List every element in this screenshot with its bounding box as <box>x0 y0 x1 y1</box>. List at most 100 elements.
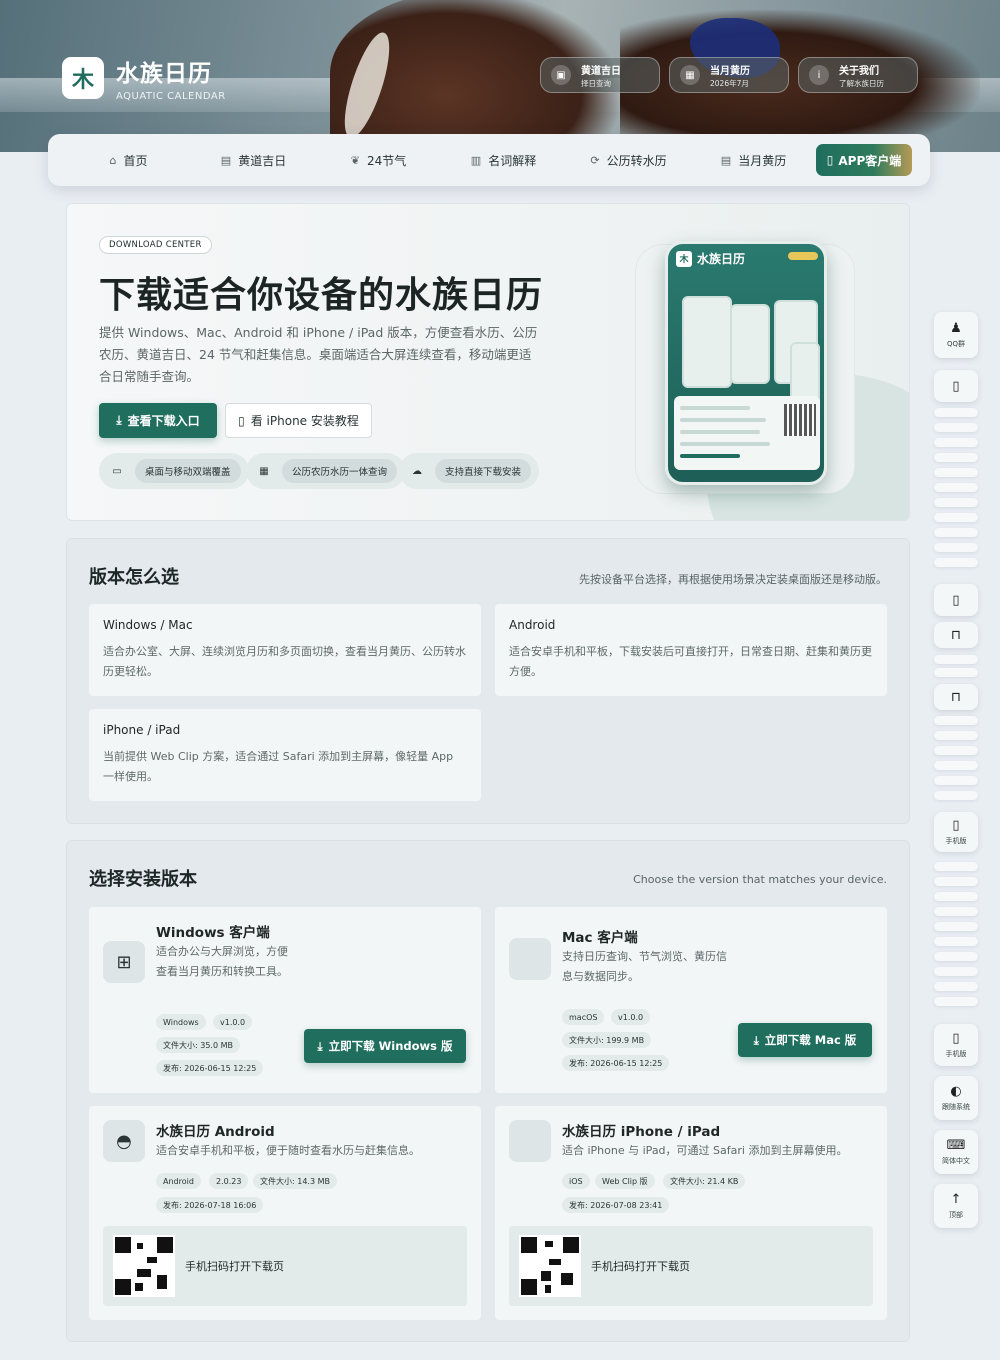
nav-solar-terms[interactable]: ❦ 24节气 <box>316 152 441 169</box>
rail-item[interactable] <box>934 731 978 740</box>
rail-item[interactable] <box>934 761 978 770</box>
mobile-version-button[interactable]: ▯ 手机版 <box>934 1024 978 1066</box>
rail-item[interactable] <box>934 746 978 755</box>
rail-item[interactable] <box>934 791 978 800</box>
mini-phone <box>682 296 732 388</box>
choose-card-desc: 适合安卓手机和平板，下载安装后可直接打开，日常查日期、赶集和黄历更方便。 <box>509 645 872 678</box>
rail-item[interactable] <box>934 952 978 961</box>
choose-subtitle: 先按设备平台选择，再根据使用场景决定装桌面版还是移动版。 <box>579 573 887 586</box>
top-link-auspicious[interactable]: ▣ 黄道吉日 择日查询 <box>540 57 660 93</box>
card-desc: 适合安卓手机和平板，便于随时查看水历与赶集信息。 <box>156 1144 420 1157</box>
windows-icon: ⊞ <box>103 941 145 983</box>
rail-item-button[interactable]: ⊓ <box>934 622 978 648</box>
top-link-sub: 择日查询 <box>581 78 611 88</box>
rail-item[interactable] <box>934 408 978 417</box>
rail-item[interactable] <box>934 453 978 462</box>
arrow-up-icon: ↑ <box>950 1192 962 1207</box>
phone-icon: ▯ <box>238 413 245 428</box>
version-tag: 2.0.23 <box>209 1173 249 1189</box>
view-download-button[interactable]: ⤓ 查看下载入口 <box>99 403 217 438</box>
button-label: 查看下载入口 <box>127 414 200 428</box>
rail-item[interactable] <box>934 668 978 677</box>
card-title: 水族日历 iPhone / iPad <box>562 1124 721 1140</box>
rail-item[interactable] <box>934 997 978 1006</box>
ios-qr-box[interactable]: 手机扫码打开下载页 <box>509 1226 873 1306</box>
back-to-top-button[interactable]: ↑ 顶部 <box>934 1184 978 1228</box>
feature-label: 桌面与移动双端覆盖 <box>135 459 241 483</box>
rail-item[interactable] <box>934 438 978 447</box>
rail-item[interactable] <box>934 937 978 946</box>
install-title: 选择安装版本 <box>89 869 197 890</box>
rail-item[interactable] <box>934 543 978 552</box>
download-mac-button[interactable]: ⤓ 立即下载 Mac 版 <box>738 1023 872 1057</box>
android-icon: ◓ <box>103 1120 145 1162</box>
mobile-version-button[interactable]: ▯ 手机版 <box>934 812 978 852</box>
nav-glossary[interactable]: ▥ 名词解释 <box>441 152 566 169</box>
brand[interactable]: 木 水族日历 AQUATIC CALENDAR <box>62 54 226 102</box>
android-qr-box[interactable]: 手机扫码打开下载页 <box>103 1226 467 1306</box>
iphone-tutorial-button[interactable]: ▯ 看 iPhone 安装教程 <box>225 403 372 438</box>
size-tag: 文件大小: 21.4 KB <box>663 1173 746 1189</box>
windows-card: ⊞ Windows 客户端 适合办公与大屏浏览，方便查看当月黄历和转换工具。 W… <box>89 907 481 1093</box>
feature-pill: ▭ 桌面与移动双端覆盖 <box>99 453 249 489</box>
android-card: ◓ 水族日历 Android 适合安卓手机和平板，便于随时查看水历与赶集信息。 … <box>89 1106 481 1320</box>
rail-item[interactable] <box>934 922 978 931</box>
rail-item[interactable] <box>934 907 978 916</box>
rail-item[interactable] <box>934 483 978 492</box>
rail-item[interactable] <box>934 892 978 901</box>
rail-phone-button[interactable]: ▯ <box>934 584 978 616</box>
rail-phone-button[interactable]: ▯ <box>934 370 978 402</box>
qq-group-button[interactable]: ♟ QQ群 <box>934 312 978 358</box>
rail-item[interactable] <box>934 468 978 477</box>
card-desc: 支持日历查询、节气浏览、黄历信息与数据同步。 <box>562 950 727 983</box>
nav-convert[interactable]: ⟳ 公历转水历 <box>566 152 691 169</box>
qr-label: 手机扫码打开下载页 <box>185 1260 284 1273</box>
top-link-title: 黄道吉日 <box>581 65 621 77</box>
rail-item[interactable] <box>934 558 978 567</box>
rail-item[interactable] <box>934 498 978 507</box>
qr-code-icon <box>519 1235 581 1297</box>
rail-item[interactable] <box>934 776 978 785</box>
download-icon: ⤓ <box>317 1038 323 1053</box>
feature-pill: ▦ 公历农历水历一体查询 <box>246 453 406 489</box>
card-title: Windows 客户端 <box>156 925 270 941</box>
download-center-chip: DOWNLOAD CENTER <box>99 236 212 254</box>
nav-label: 24节气 <box>366 153 407 168</box>
version-tag: Web Clip 版 <box>595 1173 655 1189</box>
rail-item[interactable] <box>934 423 978 432</box>
nav-label: 首页 <box>123 153 148 168</box>
rail-item[interactable] <box>934 862 978 871</box>
rail-item-button[interactable]: ⊓ <box>934 684 978 710</box>
phone-panel <box>674 396 820 470</box>
nav-month[interactable]: ▤ 当月黄历 <box>691 152 816 169</box>
contrast-icon: ◐ <box>950 1084 962 1099</box>
rail-item[interactable] <box>934 716 978 725</box>
nav-auspicious[interactable]: ▤ 黄道吉日 <box>191 152 316 169</box>
top-link-about[interactable]: i 关于我们 了解水族日历 <box>798 57 918 93</box>
phone-icon: ▯ <box>952 818 960 833</box>
nav-home[interactable]: ⌂ 首页 <box>66 152 191 169</box>
phone-icon: ▯ <box>952 1031 960 1046</box>
rail-item[interactable] <box>934 877 978 886</box>
bracket-icon: ⊓ <box>950 627 962 643</box>
app-client-button[interactable]: ▯ APP客户端 <box>816 144 912 176</box>
rail-item[interactable] <box>934 967 978 976</box>
hero-title: 下载适合你设备的水族日历 <box>99 275 544 316</box>
download-windows-button[interactable]: ⤓ 立即下载 Windows 版 <box>304 1029 466 1063</box>
calendar-check-icon: ▣ <box>551 65 571 85</box>
top-link-month[interactable]: ▦ 当月黄历 2026年7月 <box>669 57 789 93</box>
text-line <box>680 454 740 458</box>
choose-card-android: Android 适合安卓手机和平板，下载安装后可直接打开，日常查日期、赶集和黄历… <box>495 604 887 696</box>
logo-icon: 木 <box>676 250 692 267</box>
theme-toggle-button[interactable]: ◐ 跟随系统 <box>934 1076 978 1120</box>
rail-item[interactable] <box>934 655 978 664</box>
platform-tag: Windows <box>156 1014 206 1030</box>
date-tag: 发布: 2026-07-08 23:41 <box>562 1197 670 1213</box>
rail-item[interactable] <box>934 982 978 991</box>
rail-item[interactable] <box>934 528 978 537</box>
hero-description: 提供 Windows、Mac、Android 和 iPhone / iPad 版… <box>99 325 538 384</box>
rail-item[interactable] <box>934 513 978 522</box>
rail-label: 简体中文 <box>942 1157 970 1165</box>
language-button[interactable]: ⌨ 简体中文 <box>934 1130 978 1174</box>
install-section: 选择安装版本 Choose the version that matches y… <box>66 840 910 1342</box>
